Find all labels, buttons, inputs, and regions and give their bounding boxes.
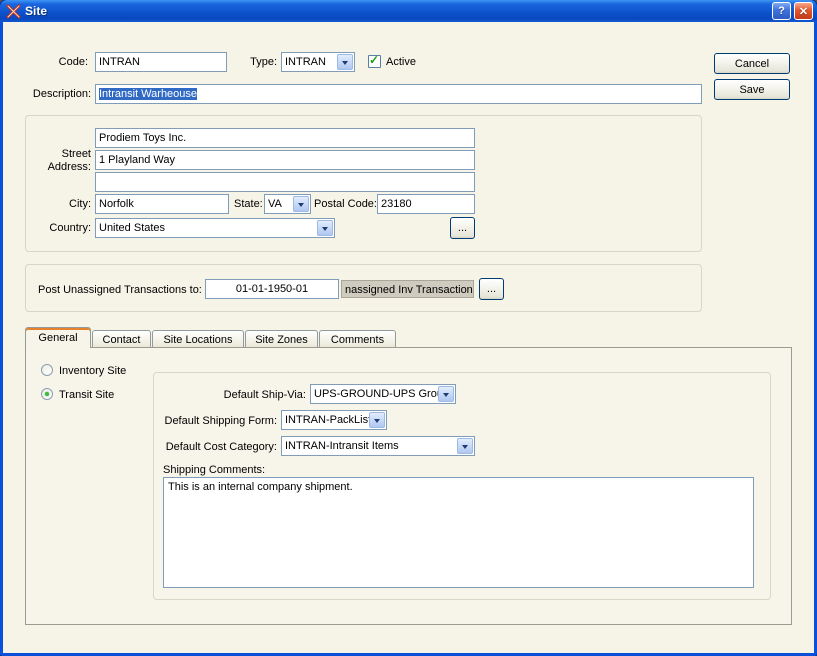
post-unassigned-label: Post Unassigned Transactions to: [38,283,202,297]
chevron-down-icon[interactable] [317,220,333,236]
street-address-label: Street Address: [31,148,91,174]
chevron-down-icon[interactable] [293,196,309,212]
shipping-form-label: Default Shipping Form: [153,414,277,428]
cost-category-value: INTRAN-Intransit Items [285,439,457,453]
code-input[interactable] [95,52,227,72]
save-button[interactable]: Save [714,79,790,100]
title-bar[interactable]: Site ? ✕ [0,0,817,22]
cancel-button[interactable]: Cancel [714,53,790,74]
country-label: Country: [31,221,91,235]
description-selected-text: Intransit Warheouse [99,88,197,100]
postal-code-label: Postal Code: [314,197,377,211]
site-dialog: Site ? ✕ Code: Type: INTRAN ✓ Active Can… [0,0,817,656]
transit-site-radio[interactable] [41,388,53,400]
state-combobox[interactable]: VA [264,194,311,214]
code-label: Code: [33,55,88,69]
window-title: Site [25,4,769,18]
ship-via-combobox[interactable]: UPS-GROUND-UPS Ground [310,384,456,404]
tab-site-locations[interactable]: Site Locations [152,330,244,348]
cost-category-combobox[interactable]: INTRAN-Intransit Items [281,436,475,456]
shipping-comments-label: Shipping Comments: [163,463,265,477]
tab-site-zones[interactable]: Site Zones [245,330,318,348]
city-label: City: [43,197,91,211]
checkmark-icon: ✓ [369,53,379,67]
country-value: United States [99,221,317,235]
state-label: State: [234,197,263,211]
tab-contact[interactable]: Contact [92,330,151,348]
active-checkbox[interactable]: ✓ [368,55,381,68]
description-input[interactable]: Intransit Warheouse [95,84,702,104]
type-label: Type: [243,55,277,69]
shipping-form-value: INTRAN-PackList [285,413,369,427]
chevron-down-icon[interactable] [369,412,385,428]
inventory-site-radio[interactable] [41,364,53,376]
dialog-body: Code: Type: INTRAN ✓ Active Cancel Save … [3,22,814,653]
chevron-down-icon[interactable] [438,386,454,402]
description-label: Description: [25,87,91,101]
shipping-comments-textarea[interactable]: This is an internal company shipment. [163,477,754,588]
chevron-down-icon[interactable] [337,54,353,70]
address-line1-input[interactable] [95,128,475,148]
tab-comments[interactable]: Comments [319,330,396,348]
country-browse-button[interactable]: ... [450,217,475,239]
address-line2-input[interactable] [95,150,475,170]
type-value: INTRAN [285,55,337,69]
ship-via-value: UPS-GROUND-UPS Ground [314,387,438,401]
cost-category-label: Default Cost Category: [153,440,277,454]
city-input[interactable] [95,194,229,214]
chevron-down-icon[interactable] [457,438,473,454]
inventory-site-label: Inventory Site [59,364,126,378]
help-icon[interactable]: ? [772,2,791,20]
account-description-field: nassigned Inv Transactions [341,280,474,298]
country-combobox[interactable]: United States [95,218,335,238]
shipping-form-combobox[interactable]: INTRAN-PackList [281,410,387,430]
ship-via-label: Default Ship-Via: [183,388,306,402]
close-icon[interactable]: ✕ [794,2,813,20]
type-combobox[interactable]: INTRAN [281,52,355,72]
account-browse-button[interactable]: ... [479,278,504,300]
transit-site-label: Transit Site [59,388,114,402]
post-unassigned-account-input[interactable] [205,279,339,299]
state-value: VA [268,197,293,211]
postal-code-input[interactable] [377,194,475,214]
tab-general[interactable]: General [25,327,91,348]
app-icon [6,4,21,19]
active-label: Active [386,55,416,69]
address-line3-input[interactable] [95,172,475,192]
